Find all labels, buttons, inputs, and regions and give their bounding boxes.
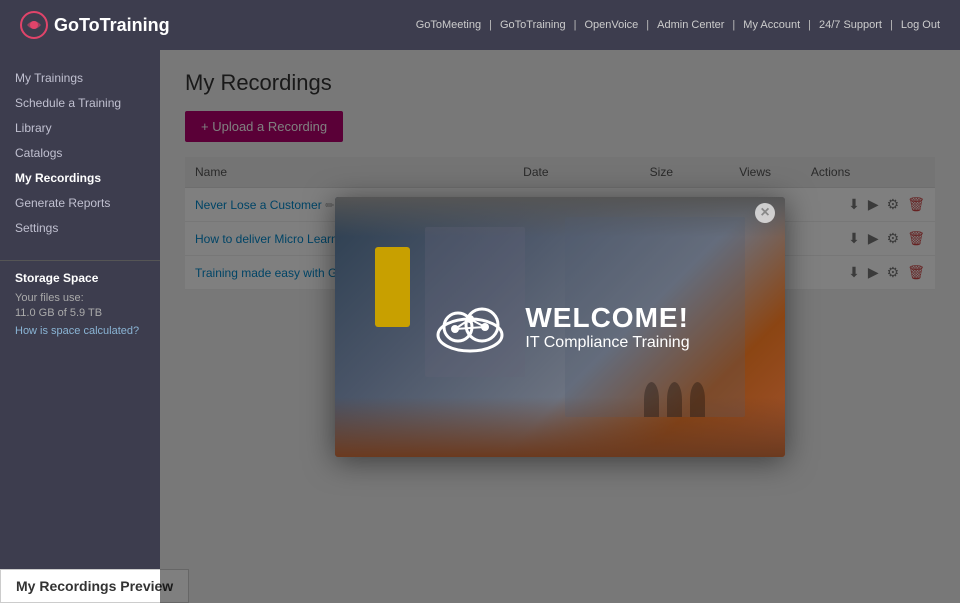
logo: GoToTraining — [20, 11, 170, 39]
sidebar-item-settings[interactable]: Settings — [0, 215, 160, 240]
main-content: My Recordings + Upload a Recording Name … — [160, 50, 960, 603]
top-nav-links: GoToMeeting | GoToTraining | OpenVoice |… — [416, 19, 940, 31]
video-overlay: WELCOME! IT Compliance Training — [335, 197, 785, 457]
sidebar-item-my-trainings[interactable]: My Trainings — [0, 65, 160, 90]
sidebar-item-schedule[interactable]: Schedule a Training — [0, 90, 160, 115]
top-bar: GoToTraining GoToMeeting | GoToTraining … — [0, 0, 960, 50]
nav-account[interactable]: My Account — [743, 19, 800, 31]
sidebar-item-recordings[interactable]: My Recordings — [0, 165, 160, 190]
sidebar-item-library[interactable]: Library — [0, 115, 160, 140]
sidebar-item-reports[interactable]: Generate Reports — [0, 190, 160, 215]
sidebar-storage: Storage Space Your files use: 11.0 GB of… — [0, 260, 160, 347]
nav-support[interactable]: 24/7 Support — [819, 19, 882, 31]
storage-usage-value: 11.0 GB of 5.9 TB — [15, 306, 145, 321]
nav-openvoice[interactable]: OpenVoice — [584, 19, 638, 31]
modal-close-button[interactable]: × — [755, 203, 775, 223]
welcome-line: WELCOME! — [525, 302, 689, 334]
nav-gototraining[interactable]: GoToTraining — [500, 19, 566, 31]
storage-calc-link[interactable]: How is space calculated? — [15, 325, 139, 337]
storage-title: Storage Space — [15, 271, 145, 285]
storage-usage-label: Your files use: — [15, 291, 145, 306]
subtitle-line: IT Compliance Training — [525, 334, 689, 352]
preview-modal: × — [335, 197, 785, 457]
sidebar: My Trainings Schedule a Training Library… — [0, 50, 160, 603]
welcome-content: WELCOME! IT Compliance Training — [430, 297, 689, 357]
cloud-icon — [430, 297, 510, 357]
nav-admin[interactable]: Admin Center — [657, 19, 724, 31]
sidebar-nav: My Trainings Schedule a Training Library… — [0, 65, 160, 240]
sidebar-item-catalogs[interactable]: Catalogs — [0, 140, 160, 165]
logo-icon — [20, 11, 48, 39]
nav-gotomeeting[interactable]: GoToMeeting — [416, 19, 481, 31]
main-layout: My Trainings Schedule a Training Library… — [0, 50, 960, 603]
overlay[interactable]: × — [160, 50, 960, 603]
modal-video: WELCOME! IT Compliance Training — [335, 197, 785, 457]
welcome-text: WELCOME! IT Compliance Training — [525, 302, 689, 352]
nav-logout[interactable]: Log Out — [901, 19, 940, 31]
